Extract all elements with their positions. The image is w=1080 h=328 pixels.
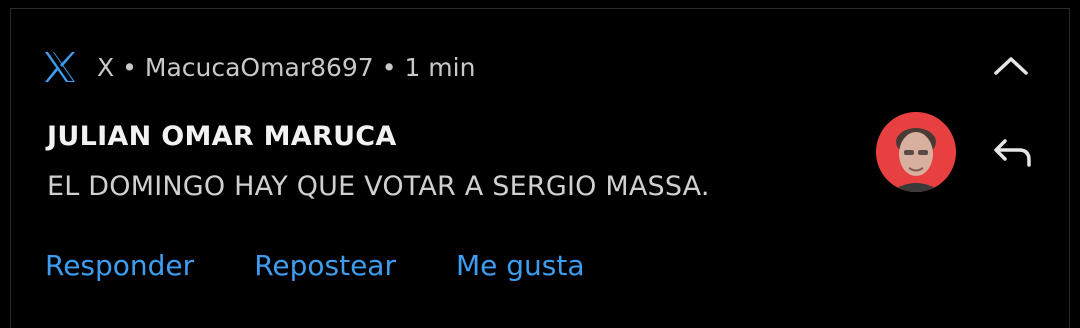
app-name: X	[97, 52, 115, 82]
timestamp: 1 min	[404, 52, 476, 82]
separator: •	[122, 52, 137, 82]
profile-avatar	[876, 112, 956, 192]
reply-button[interactable]: Responder	[45, 249, 194, 282]
notification-actions: Responder Repostear Me gusta	[45, 249, 645, 282]
chevron-up-icon	[993, 54, 1029, 80]
like-button[interactable]: Me gusta	[456, 249, 585, 282]
notification-meta: X • MacucaOmar8697 • 1 min	[97, 53, 475, 82]
x-logo-icon	[43, 50, 77, 84]
repost-button[interactable]: Repostear	[254, 249, 396, 282]
reply-arrow-icon[interactable]	[991, 133, 1035, 173]
collapse-button[interactable]	[991, 49, 1031, 85]
notification-header: X • MacucaOmar8697 • 1 min	[43, 45, 475, 89]
separator: •	[381, 52, 397, 82]
notification-card[interactable]: X • MacucaOmar8697 • 1 min JULIAN OMAR M…	[10, 8, 1070, 328]
notification-title: JULIAN OMAR MARUCA	[47, 121, 397, 152]
notification-message: EL DOMINGO HAY QUE VOTAR A SERGIO MASSA.	[47, 171, 710, 202]
account-name: MacucaOmar8697	[144, 52, 374, 82]
